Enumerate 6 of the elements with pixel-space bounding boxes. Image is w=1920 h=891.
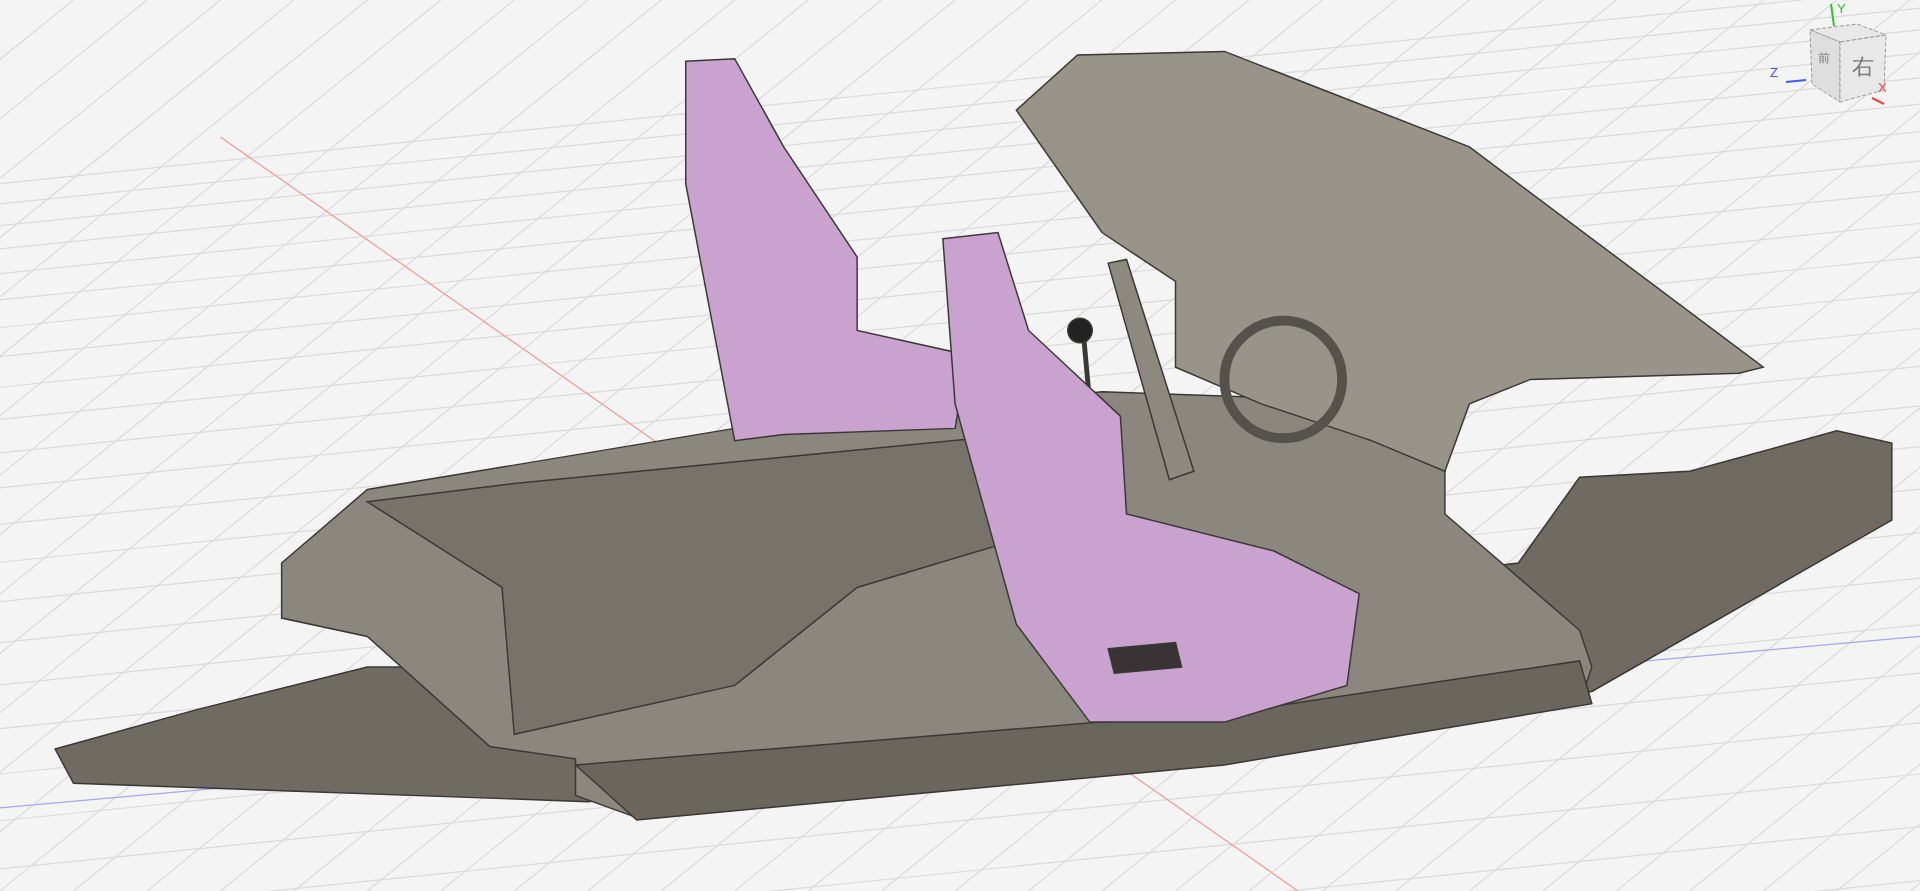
cube-face-label[interactable]: 前	[1818, 52, 1830, 64]
view-cube[interactable]	[1809, 23, 1887, 103]
cube-face-label[interactable]: 右	[1852, 56, 1874, 78]
axis-label: X	[1878, 81, 1887, 94]
axis-label: Y	[1837, 2, 1846, 15]
axis-label: Z	[1770, 66, 1778, 79]
